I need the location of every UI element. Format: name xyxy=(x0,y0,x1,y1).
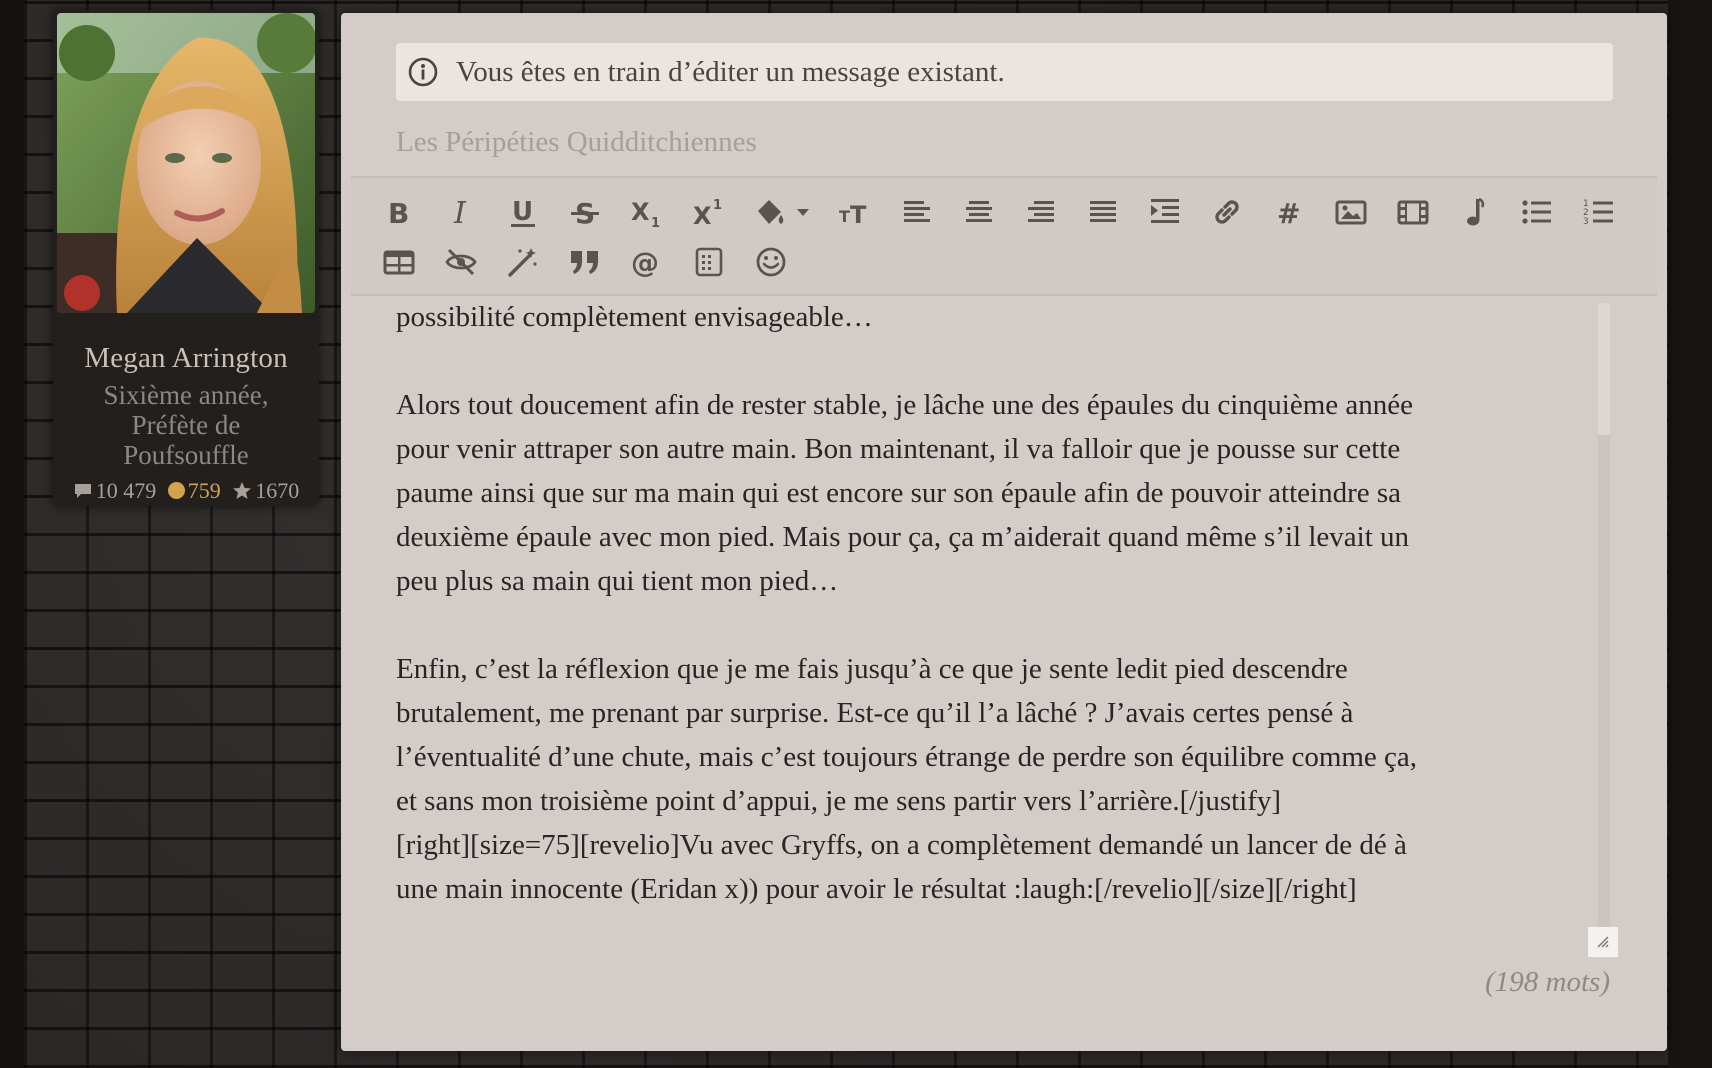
svg-text:T: T xyxy=(850,201,867,229)
fill-color-button[interactable] xyxy=(751,192,815,232)
svg-text:I: I xyxy=(453,196,467,229)
align-center-button[interactable] xyxy=(959,192,999,232)
align-justify-icon xyxy=(1090,201,1116,222)
table-icon xyxy=(383,250,415,275)
star-icon xyxy=(232,480,252,506)
italic-icon: I xyxy=(453,196,467,229)
align-left-button[interactable] xyxy=(897,192,937,232)
superscript-icon: X1 xyxy=(693,198,722,229)
scrollbar-thumb[interactable] xyxy=(1598,303,1610,435)
subject-field[interactable]: Les Péripéties Quidditchiennes xyxy=(396,126,757,159)
subscript-icon: X1 xyxy=(631,198,660,229)
author-stats: 10 479 759 1670 xyxy=(53,478,319,506)
image-icon xyxy=(1335,200,1367,225)
page-edge-right xyxy=(1668,0,1712,1068)
message-body: possibilité complètement envisageable… A… xyxy=(396,301,1418,905)
svg-text:@: @ xyxy=(631,246,659,279)
resize-icon xyxy=(1597,936,1609,948)
fill-color-icon xyxy=(758,200,809,224)
mention-icon: @ xyxy=(631,246,659,279)
points-count: 1670 xyxy=(232,478,299,506)
editor-toolbar: B I U S X1 X1 TT # 1 2 3 @ xyxy=(351,176,1657,296)
svg-text:X: X xyxy=(693,202,712,229)
svg-text:#: # xyxy=(1277,197,1300,229)
svg-text:3: 3 xyxy=(1583,217,1589,227)
author-profile-card: Megan Arrington Sixième année, Préfète d… xyxy=(53,10,319,506)
image-button[interactable] xyxy=(1331,192,1371,232)
edit-notice-text: Vous êtes en train d’éditer un message e… xyxy=(456,55,1005,88)
edit-notice: Vous êtes en train d’éditer un message e… xyxy=(396,43,1613,101)
magic-wand-button[interactable] xyxy=(503,242,543,282)
video-button[interactable] xyxy=(1393,192,1433,232)
info-icon xyxy=(408,57,438,87)
page-edge-left xyxy=(0,0,24,1068)
hashtag-button[interactable]: # xyxy=(1269,192,1309,232)
author-name[interactable]: Megan Arrington xyxy=(53,342,319,375)
svg-text:X: X xyxy=(631,198,650,226)
emoji-icon xyxy=(756,247,786,277)
indent-icon xyxy=(1151,199,1179,223)
italic-button[interactable]: I xyxy=(441,192,481,232)
underline-button[interactable]: U xyxy=(503,192,543,232)
strikethrough-button[interactable]: S xyxy=(565,192,605,232)
mention-button[interactable]: @ xyxy=(627,242,667,282)
bullet-list-icon xyxy=(1522,200,1551,224)
music-icon xyxy=(1467,197,1485,226)
table-button[interactable] xyxy=(379,242,419,282)
coin-icon xyxy=(167,482,185,499)
emoji-button[interactable] xyxy=(751,242,791,282)
subscript-button[interactable]: X1 xyxy=(627,192,667,232)
svg-text:1: 1 xyxy=(713,198,722,213)
speech-bubble-icon xyxy=(73,480,93,506)
strikethrough-icon: S xyxy=(571,197,599,229)
svg-text:B: B xyxy=(388,197,409,229)
quote-icon xyxy=(571,251,598,274)
superscript-button[interactable]: X1 xyxy=(689,192,729,232)
font-size-button[interactable]: TT xyxy=(835,192,875,232)
link-icon xyxy=(1215,200,1239,224)
underline-icon: U xyxy=(511,197,535,227)
resize-handle[interactable] xyxy=(1588,927,1618,957)
bullet-list-button[interactable] xyxy=(1517,192,1557,232)
music-button[interactable] xyxy=(1455,192,1495,232)
hide-button[interactable] xyxy=(441,242,481,282)
hashtag-icon: # xyxy=(1277,197,1300,229)
message-count-value: 10 479 xyxy=(95,478,157,503)
spoiler-icon xyxy=(695,247,723,277)
svg-text:1: 1 xyxy=(651,216,660,229)
points-count-value: 1670 xyxy=(255,478,300,503)
align-left-icon xyxy=(904,201,930,222)
link-button[interactable] xyxy=(1207,192,1247,232)
svg-text:T: T xyxy=(839,207,850,226)
spoiler-button[interactable] xyxy=(689,242,729,282)
edit-message-panel: Vous êtes en train d’éditer un message e… xyxy=(341,13,1667,1051)
avatar[interactable] xyxy=(57,13,315,313)
editor-scrollbar[interactable] xyxy=(1598,303,1610,943)
word-count: (198 mots) xyxy=(1485,966,1610,998)
align-center-icon xyxy=(966,201,992,222)
font-size-icon: TT xyxy=(839,201,867,229)
align-right-icon xyxy=(1028,201,1054,222)
indent-button[interactable] xyxy=(1145,192,1185,232)
bold-icon: B xyxy=(388,197,409,229)
message-count: 10 479 xyxy=(73,478,157,506)
video-icon xyxy=(1397,200,1429,225)
numbered-list-icon: 123 xyxy=(1583,199,1613,227)
numbered-list-button[interactable]: 123 xyxy=(1579,192,1619,232)
coin-count: 759 xyxy=(167,478,221,504)
hide-icon xyxy=(445,248,477,276)
message-textarea[interactable]: possibilité complètement envisageable… A… xyxy=(396,295,1622,935)
svg-text:U: U xyxy=(512,197,533,227)
magic-wand-icon xyxy=(508,248,537,277)
align-justify-button[interactable] xyxy=(1083,192,1123,232)
bold-button[interactable]: B xyxy=(379,192,419,232)
author-rank: Sixième année, Préfète de Poufsouffle xyxy=(103,380,269,470)
align-right-button[interactable] xyxy=(1021,192,1061,232)
quote-button[interactable] xyxy=(565,242,605,282)
coin-count-value: 759 xyxy=(187,478,221,503)
